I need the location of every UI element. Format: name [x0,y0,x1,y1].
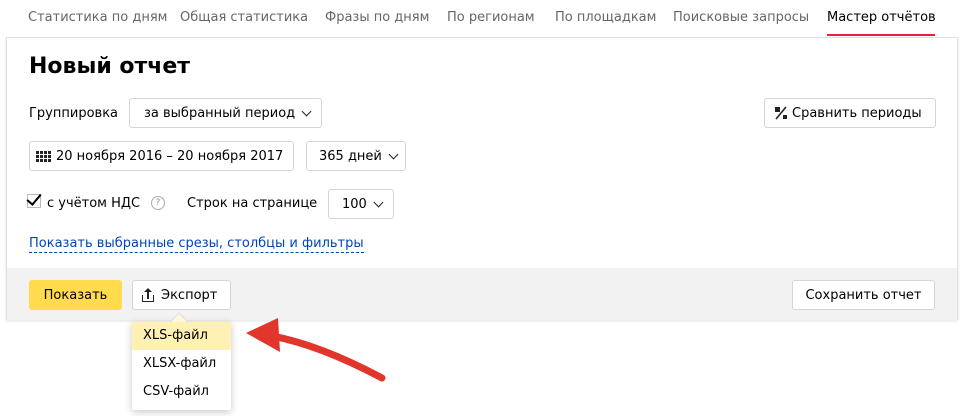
checkmark-icon [26,190,42,206]
grouping-label: Группировка [29,106,119,121]
tab-general-stats[interactable]: Общая статистика [180,10,308,25]
vat-checkbox[interactable] [26,190,42,208]
compare-periods-button[interactable]: Сравнить периоды [764,98,936,128]
compare-periods-label: Сравнить периоды [792,105,922,121]
tab-phrases-by-day[interactable]: Фразы по дням [325,10,429,25]
export-xls-option[interactable]: XLS-файл [132,322,231,350]
help-icon[interactable]: ? [151,196,165,210]
period-value: 365 дней [319,148,382,164]
grouping-value: за выбранный период [144,105,296,121]
rows-per-page-value: 100 [342,196,367,212]
chevron-down-icon [373,197,384,207]
rows-per-page-select[interactable]: 100 [328,189,394,219]
rows-per-page-label: Строк на странице [187,196,318,211]
tab-report-wizard[interactable]: Мастер отчётов [827,10,936,25]
vat-label: с учётом НДС [47,196,141,211]
calendar-icon [36,150,51,162]
tab-daily-stats[interactable]: Статистика по дням [28,10,167,25]
tab-search-queries[interactable]: Поисковые запросы [673,10,809,25]
report-tabs: Статистика по дням Общая статистика Фраз… [0,0,963,36]
save-report-label: Сохранить отчет [805,287,922,303]
export-button-label: Экспорт [161,287,218,303]
date-range-value: 20 ноября 2016 – 20 ноября 2017 [56,148,284,164]
show-slices-link[interactable]: Показать выбранные срезы, столбцы и филь… [29,236,364,253]
show-button[interactable]: Показать [29,280,122,310]
active-tab-indicator [827,34,935,36]
date-range-picker[interactable]: 20 ноября 2016 – 20 ноября 2017 [29,141,294,171]
export-icon [142,288,154,302]
show-button-label: Показать [43,287,108,303]
export-xlsx-option[interactable]: XLSX-файл [132,350,231,378]
grouping-select[interactable]: за выбранный период [129,98,322,128]
period-select[interactable]: 365 дней [306,141,406,171]
export-menu: XLS-файл XLSX-файл CSV-файл [132,313,231,410]
tab-by-regions[interactable]: По регионам [447,10,535,25]
tab-by-sites[interactable]: По площадкам [555,10,656,25]
report-panel: Новый отчет Группировка за выбранный пер… [6,37,958,320]
export-csv-option[interactable]: CSV-файл [132,378,231,406]
panel-footer: Показать Экспорт Сохранить отчет [7,268,957,320]
save-report-button[interactable]: Сохранить отчет [792,280,935,310]
chevron-down-icon [301,106,312,116]
chevron-down-icon [388,149,399,159]
compare-icon [775,106,787,120]
export-button[interactable]: Экспорт [132,280,231,310]
page-title: Новый отчет [29,54,191,79]
